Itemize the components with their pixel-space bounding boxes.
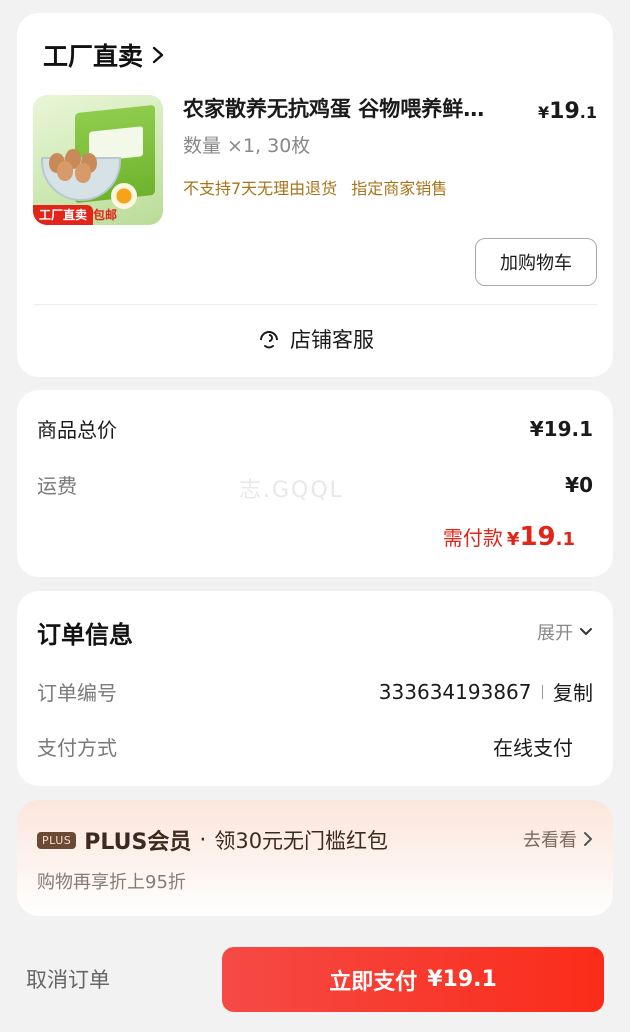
need-pay-amount: ¥19.1	[507, 522, 575, 552]
price-summary-card: 商品总价 ¥19.1 志.GQQL 运费 ¥0 需付款 ¥19.1	[17, 390, 613, 577]
price-dec: .1	[579, 103, 597, 122]
product-quantity: 数量 ×1, 30枚	[183, 135, 311, 157]
product-tags: 不支持7天无理由退货 指定商家销售	[183, 175, 447, 199]
product-thumbnail[interactable]: 工厂直卖 包邮	[33, 95, 163, 225]
copy-button[interactable]: 复制	[553, 677, 593, 706]
order-number-label: 订单编号	[37, 681, 117, 705]
tag-designated-seller: 指定商家销售	[351, 179, 448, 198]
product-title[interactable]: 农家散养无抗鸡蛋 谷物喂养鲜…	[183, 93, 513, 123]
bottom-action-bar: 取消订单 立即支付 ¥19.1	[0, 932, 630, 1032]
chevron-right-icon	[152, 46, 164, 64]
egg-graphic	[57, 161, 73, 181]
add-to-cart-button[interactable]: 加购物车	[475, 238, 597, 286]
order-number-group: 333634193867 复制	[379, 677, 593, 706]
headset-icon	[260, 331, 278, 349]
shop-name: 工厂直卖	[43, 42, 144, 71]
order-info-card: 订单信息 展开 订单编号 333634193867 复制 支付方式 在线支付	[17, 591, 613, 786]
plus-dot: ·	[199, 827, 207, 853]
price-int: 19	[549, 99, 580, 124]
plus-go-label: 去看看	[523, 830, 577, 851]
price-symbol: ¥	[538, 103, 550, 122]
pay-now-label: 立即支付	[329, 969, 418, 995]
goods-total-label: 商品总价	[37, 418, 117, 442]
plus-offer: 领30元无门槛红包	[214, 829, 389, 853]
pay-method-value: 在线支付	[493, 736, 573, 760]
thumb-shipping-tag: 包邮	[93, 208, 118, 222]
plus-headline: PLUS PLUS会员 · 领30元无门槛红包	[37, 824, 388, 856]
tag-no-return: 不支持7天无理由退货	[183, 179, 338, 198]
order-number-value: 333634193867	[378, 679, 532, 704]
shop-name-link[interactable]: 工厂直卖	[43, 37, 165, 73]
plus-badge: PLUS	[37, 831, 77, 849]
thumb-factory-tag: 工厂直卖	[33, 205, 94, 225]
pay-method-label: 支付方式	[37, 736, 117, 760]
chevron-down-icon	[580, 628, 592, 635]
goods-total-row: 商品总价 ¥19.1	[37, 414, 593, 443]
need-pay-label: 需付款	[442, 526, 503, 550]
pay-now-amount: ¥19.1	[427, 967, 497, 992]
shipping-row: 运费 ¥0	[37, 470, 593, 499]
shipping-label: 运费	[37, 474, 77, 498]
pay-now-button[interactable]: 立即支付 ¥19.1	[222, 947, 604, 1012]
need-pay-dec: .1	[555, 529, 575, 550]
separator	[541, 684, 543, 699]
egg-graphic	[75, 163, 91, 183]
order-info-title: 订单信息	[37, 621, 133, 649]
cancel-order-button[interactable]: 取消订单	[26, 964, 110, 994]
need-pay-int: 19	[519, 522, 556, 552]
expand-button[interactable]: 展开	[537, 619, 593, 645]
divider	[33, 304, 597, 305]
shop-product-card: 工厂直卖 工厂直卖 包邮 农家散养无抗鸡蛋 谷物喂养鲜… ¥19.1 数量 ×1…	[17, 13, 613, 377]
expand-label: 展开	[537, 623, 573, 644]
need-pay: 需付款 ¥19.1	[443, 522, 575, 552]
plus-go-link[interactable]: 去看看	[523, 826, 593, 852]
need-pay-symbol: ¥	[506, 529, 520, 550]
customer-service-label: 店铺客服	[290, 328, 374, 352]
plus-member-card[interactable]: PLUS PLUS会员 · 领30元无门槛红包 去看看 购物再享折上95折	[17, 800, 613, 916]
plus-subtext: 购物再享折上95折	[37, 872, 186, 893]
chevron-right-icon	[584, 832, 592, 846]
pay-method-row: 支付方式 在线支付	[37, 732, 593, 761]
goods-total-value: ¥19.1	[529, 416, 593, 441]
plus-name: PLUS会员	[84, 830, 192, 855]
shipping-value: ¥0	[565, 472, 593, 497]
customer-service-button[interactable]: 店铺客服	[17, 319, 613, 359]
product-price: ¥19.1	[538, 99, 597, 124]
order-number-row: 订单编号 333634193867 复制	[37, 677, 593, 706]
